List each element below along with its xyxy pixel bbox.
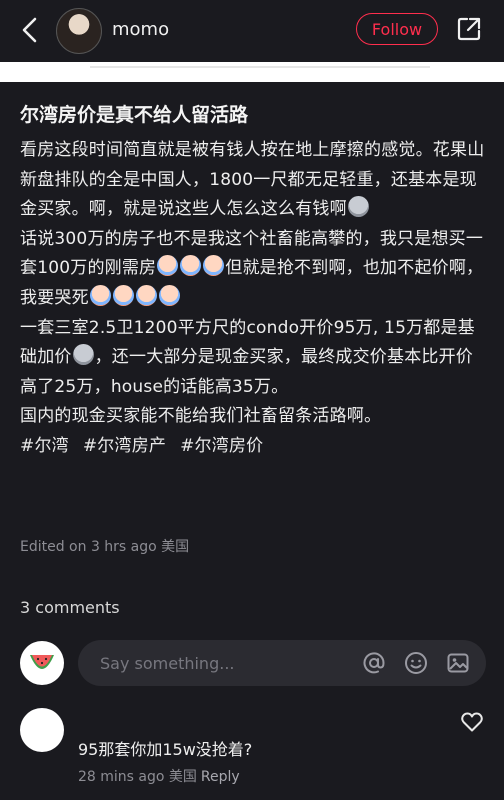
post-title: 尔湾房价是真不给人留活路: [20, 104, 249, 126]
post-text: 看房这段时间简直就是被有钱人按在地上摩擦的感觉。花果山新盘排队的全是中国人，18…: [20, 140, 485, 220]
hashtag-link[interactable]: #尔湾: [20, 436, 69, 456]
author-username[interactable]: momo: [112, 19, 169, 40]
post-paragraph: 看房这段时间简直就是被有钱人按在地上摩擦的感觉。花果山新盘排队的全是中国人，18…: [20, 136, 488, 225]
comments-count: 3 comments: [20, 598, 120, 617]
comment-text: 95那套你加15w没抢着?: [78, 740, 253, 759]
post-paragraph: 话说300万的房子也不是我这个社畜能高攀的，我只是想买一套100万的刚需房 但就是…: [20, 225, 488, 314]
image-icon[interactable]: [446, 651, 470, 675]
back-chevron-icon[interactable]: [16, 15, 44, 45]
author-avatar[interactable]: [56, 8, 102, 54]
like-heart-icon[interactable]: [460, 710, 484, 734]
crying-emoji-icon: [158, 284, 180, 306]
image-divider: [90, 66, 430, 68]
post-image-edge: [0, 62, 504, 82]
crying-emoji-icon: [135, 284, 157, 306]
sweat-emoji-icon: [72, 344, 94, 366]
at-icon[interactable]: [362, 651, 386, 675]
reply-button[interactable]: Reply: [201, 769, 240, 785]
comment-input-box[interactable]: [78, 640, 486, 686]
crying-emoji-icon: [157, 255, 179, 277]
comment-meta: 28 mins ago 美国 Reply: [78, 766, 240, 786]
hashtag-link[interactable]: #尔湾房价: [180, 436, 263, 456]
crying-emoji-icon: [203, 255, 225, 277]
comment-input[interactable]: [98, 652, 352, 674]
commenter-avatar[interactable]: [20, 708, 64, 752]
current-user-avatar: [20, 641, 64, 685]
edited-timestamp: Edited on 3 hrs ago 美国: [20, 539, 190, 555]
post-body: 看房这段时间简直就是被有钱人按在地上摩擦的感觉。花果山新盘排队的全是中国人，18…: [20, 136, 488, 462]
post-paragraph: 一套三室2.5卫1200平方尺的condo开价95万, 15万都是基础加价 ，还一…: [20, 314, 488, 403]
hashtag-list: #尔湾 #尔湾房产 #尔湾房价: [20, 432, 488, 462]
emoji-icon[interactable]: [404, 651, 428, 675]
crying-emoji-icon: [112, 284, 134, 306]
sweat-emoji-icon: [347, 196, 369, 218]
follow-button[interactable]: Follow: [356, 13, 438, 45]
crying-emoji-icon: [89, 284, 111, 306]
watermelon-icon: [30, 655, 54, 669]
crying-emoji-icon: [180, 255, 202, 277]
share-icon[interactable]: [456, 16, 482, 42]
top-bar: momo Follow: [0, 0, 504, 62]
comment-timestamp: 28 mins ago 美国: [78, 769, 197, 785]
hashtag-link[interactable]: #尔湾房产: [83, 436, 166, 456]
post-paragraph: 国内的现金买家能不能给我们社畜留条活路啊。: [20, 406, 382, 427]
